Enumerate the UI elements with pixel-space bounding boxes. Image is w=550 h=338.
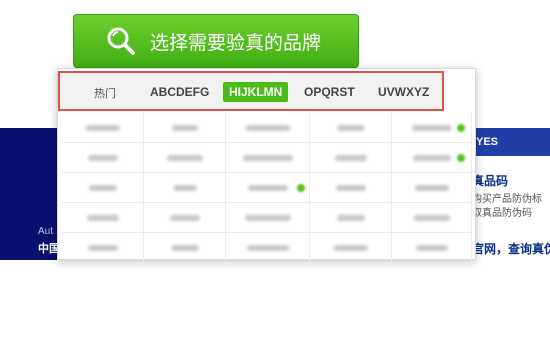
brand-name-blurred bbox=[334, 154, 367, 161]
brand-accent-mark bbox=[457, 154, 465, 162]
brand-name-blurred bbox=[86, 214, 119, 221]
search-icon bbox=[107, 27, 135, 55]
brand-name-blurred bbox=[85, 124, 120, 131]
brand-dropdown-panel: 热门 ABCDEFG HIJKLMN OPQRST UVWXYZ bbox=[57, 68, 476, 263]
tab-opqrst[interactable]: OPQRST bbox=[298, 82, 361, 102]
brand-name-blurred bbox=[415, 244, 448, 251]
choose-brand-label: 选择需要验真的品牌 bbox=[150, 31, 322, 54]
right-panel-title[interactable]: 真品码 bbox=[472, 172, 508, 189]
brand-name-blurred bbox=[246, 244, 289, 251]
brand-name-blurred bbox=[414, 184, 449, 191]
brand-name-blurred bbox=[166, 154, 203, 161]
brand-name-blurred bbox=[172, 184, 197, 191]
brand-cell[interactable] bbox=[226, 203, 310, 233]
right-panel-text-1: 购买产品防伪标 bbox=[472, 194, 542, 205]
brand-name-blurred bbox=[171, 124, 198, 131]
brand-cell[interactable] bbox=[144, 173, 226, 203]
brand-cell[interactable] bbox=[226, 143, 310, 173]
brand-name-blurred bbox=[245, 124, 290, 131]
brand-grid bbox=[62, 113, 472, 263]
brand-name-blurred bbox=[247, 184, 288, 191]
brand-cell[interactable] bbox=[62, 143, 144, 173]
brand-cell[interactable] bbox=[62, 203, 144, 233]
brand-cell[interactable] bbox=[226, 113, 310, 143]
tab-hijklmn[interactable]: HIJKLMN bbox=[223, 82, 289, 102]
brand-cell[interactable] bbox=[62, 113, 144, 143]
tab-uvwxyz[interactable]: UVWXYZ bbox=[372, 82, 435, 102]
brand-name-blurred bbox=[169, 214, 200, 221]
right-panel-text-2: 取真品防伪码 bbox=[472, 208, 532, 219]
brand-name-blurred bbox=[87, 244, 118, 251]
brand-cell[interactable] bbox=[392, 203, 472, 233]
brand-name-blurred bbox=[170, 244, 199, 251]
brand-name-blurred bbox=[242, 154, 293, 161]
brand-name-blurred bbox=[413, 214, 450, 221]
brand-accent-mark bbox=[457, 124, 465, 132]
brand-cell[interactable] bbox=[310, 143, 392, 173]
brand-name-blurred bbox=[335, 184, 366, 191]
brand-cell[interactable] bbox=[392, 233, 472, 263]
brand-cell[interactable] bbox=[392, 173, 472, 203]
brand-cell[interactable] bbox=[144, 203, 226, 233]
banner-swirl-graphic bbox=[52, 298, 76, 338]
brand-cell[interactable] bbox=[144, 113, 226, 143]
brand-name-blurred bbox=[336, 124, 365, 131]
brand-accent-mark bbox=[297, 184, 305, 192]
brand-name-blurred bbox=[412, 154, 451, 161]
right-panel-title-2[interactable]: 官网，查询真伪 bbox=[472, 240, 550, 257]
brand-cell[interactable] bbox=[310, 233, 392, 263]
banner-text-line-1: Aut bbox=[38, 226, 54, 237]
tab-hot[interactable]: 热门 bbox=[88, 82, 122, 104]
brand-cell[interactable] bbox=[310, 113, 392, 143]
brand-cell[interactable] bbox=[62, 173, 144, 203]
brand-cell[interactable] bbox=[144, 143, 226, 173]
brand-cell[interactable] bbox=[144, 233, 226, 263]
brand-name-blurred bbox=[411, 124, 452, 131]
alphabet-tab-bar: 热门 ABCDEFG HIJKLMN OPQRST UVWXYZ bbox=[58, 71, 444, 111]
brand-name-blurred bbox=[87, 154, 118, 161]
brand-name-blurred bbox=[336, 214, 365, 221]
choose-brand-button[interactable]: 选择需要验真的品牌 bbox=[73, 14, 359, 68]
brand-name-blurred bbox=[244, 214, 291, 221]
brand-name-blurred bbox=[333, 244, 368, 251]
brand-cell[interactable] bbox=[310, 203, 392, 233]
brand-name-blurred bbox=[88, 184, 117, 191]
brand-cell[interactable] bbox=[62, 233, 144, 263]
brand-cell[interactable] bbox=[310, 173, 392, 203]
tab-abcdefg[interactable]: ABCDEFG bbox=[144, 82, 215, 102]
brand-cell[interactable] bbox=[226, 233, 310, 263]
